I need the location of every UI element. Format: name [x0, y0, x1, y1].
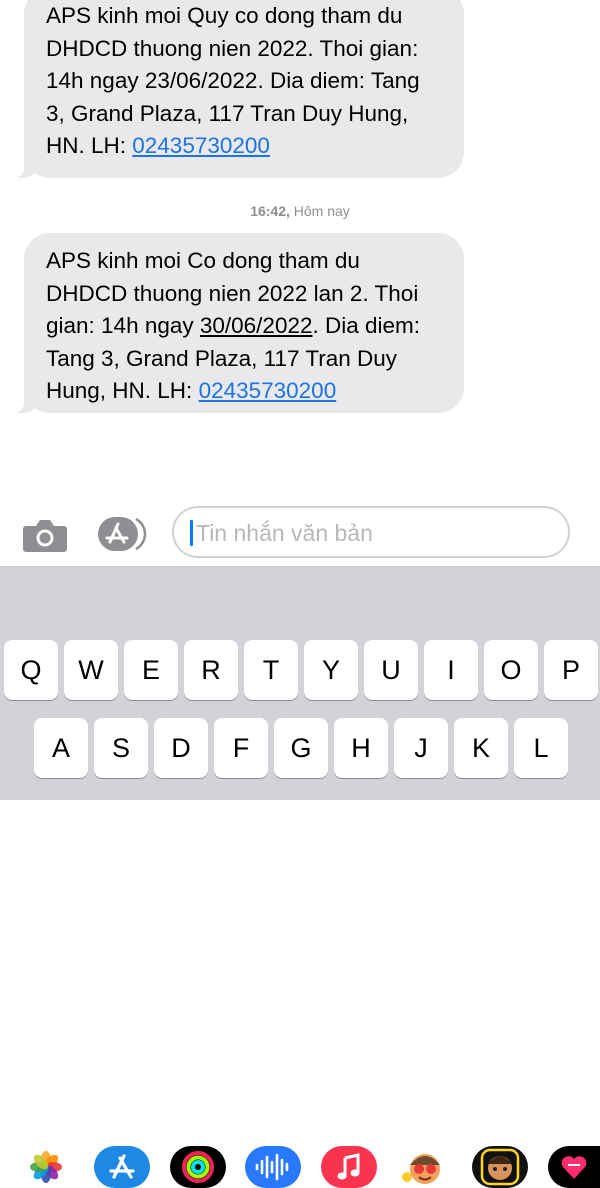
apps-button[interactable]	[96, 516, 150, 552]
memoji-icon[interactable]	[472, 1146, 528, 1188]
camera-button[interactable]	[22, 515, 68, 555]
key-u[interactable]: U	[364, 640, 418, 700]
app-strip	[0, 566, 600, 1188]
key-d[interactable]: D	[154, 718, 208, 778]
key-w[interactable]: W	[64, 640, 118, 700]
phone-link[interactable]: 02435730200	[132, 133, 270, 158]
photos-icon[interactable]	[18, 1146, 74, 1188]
camera-icon	[23, 520, 67, 552]
key-g[interactable]: G	[274, 718, 328, 778]
key-e[interactable]: E	[124, 640, 178, 700]
key-f[interactable]: F	[214, 718, 268, 778]
key-a[interactable]: A	[34, 718, 88, 778]
key-k[interactable]: K	[454, 718, 508, 778]
timestamp: 16:42, Hôm nay	[0, 203, 600, 219]
key-s[interactable]: S	[94, 718, 148, 778]
memoji-stickers-icon[interactable]	[397, 1146, 453, 1188]
timestamp-day: Hôm nay	[293, 203, 350, 219]
message-thread: APS kinh moi Quy co dong tham du DHDCD t…	[0, 0, 600, 500]
key-r[interactable]: R	[184, 640, 238, 700]
timestamp-time: 16:42,	[250, 203, 290, 219]
app-store-icon	[98, 517, 147, 551]
key-j[interactable]: J	[394, 718, 448, 778]
activity-icon[interactable]	[170, 1146, 226, 1188]
app-store-icon[interactable]	[94, 1146, 150, 1188]
key-h[interactable]: H	[334, 718, 388, 778]
message-bubble[interactable]: APS kinh moi Co dong tham du DHDCD thuon…	[12, 233, 464, 413]
key-o[interactable]: O	[484, 640, 538, 700]
audio-message-icon[interactable]	[245, 1146, 301, 1188]
music-icon[interactable]	[321, 1146, 377, 1188]
key-p[interactable]: P	[544, 640, 598, 700]
phone-link[interactable]: 02435730200	[199, 378, 337, 403]
message-input-placeholder: Tin nhắn văn bản	[196, 520, 373, 546]
text-caret	[190, 520, 193, 546]
message-input[interactable]: Tin nhắn văn bản	[172, 506, 570, 558]
key-q[interactable]: Q	[4, 640, 58, 700]
key-i[interactable]: I	[424, 640, 478, 700]
key-y[interactable]: Y	[304, 640, 358, 700]
date-link[interactable]: 30/06/2022	[200, 313, 313, 338]
digital-touch-icon[interactable]	[548, 1146, 600, 1188]
key-t[interactable]: T	[244, 640, 298, 700]
key-l[interactable]: L	[514, 718, 568, 778]
message-bubble[interactable]: APS kinh moi Quy co dong tham du DHDCD t…	[12, 0, 464, 178]
